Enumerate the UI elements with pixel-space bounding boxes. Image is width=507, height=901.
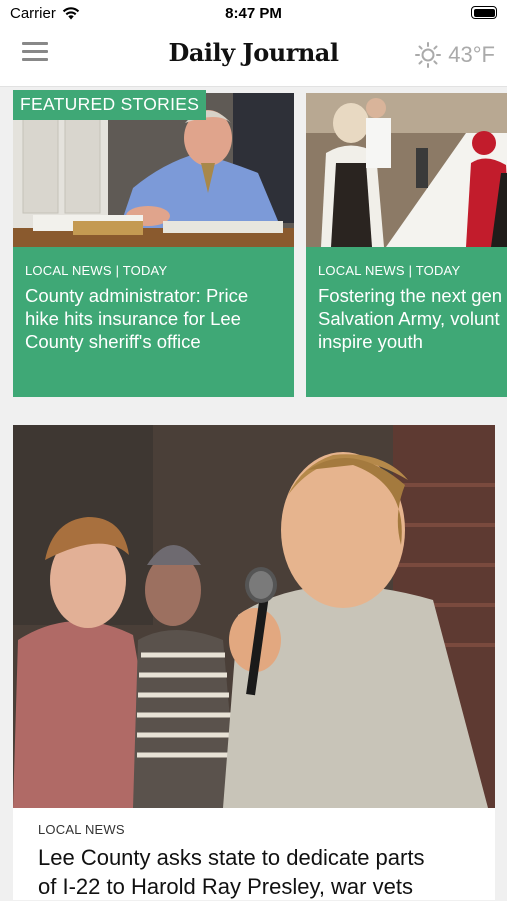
featured-carousel[interactable]: LOCAL NEWS | TODAY County administrator:… <box>0 87 507 397</box>
battery-icon <box>471 6 497 19</box>
sun-icon <box>415 42 442 68</box>
featured-section-label: FEATURED STORIES <box>13 90 207 120</box>
weather-temperature: 43°F <box>448 42 495 67</box>
weather-widget[interactable]: 43°F <box>414 40 495 70</box>
story-photo <box>306 93 507 247</box>
featured-story-card[interactable]: LOCAL NEWS | TODAY Fostering the next ge… <box>306 93 507 397</box>
app-header: Daily Journal 43°F <box>0 28 507 87</box>
status-bar: Carrier 8:47 PM <box>0 0 507 28</box>
main-story-meta: LOCAL NEWS <box>38 822 125 837</box>
story-headline[interactable]: County administrator: Price hike hits in… <box>25 284 288 353</box>
story-headline[interactable]: Fostering the next gen Salvation Army, v… <box>318 284 507 353</box>
main-story-photo <box>13 425 495 808</box>
clock: 8:47 PM <box>225 5 282 22</box>
featured-story-card[interactable]: LOCAL NEWS | TODAY County administrator:… <box>13 93 294 397</box>
main-story-headline[interactable]: Lee County asks state to dedicate parts … <box>38 843 488 901</box>
story-meta: LOCAL NEWS | TODAY <box>318 263 461 278</box>
story-meta: LOCAL NEWS | TODAY <box>25 263 168 278</box>
main-story-card[interactable]: LOCAL NEWS Lee County asks state to dedi… <box>13 425 495 900</box>
